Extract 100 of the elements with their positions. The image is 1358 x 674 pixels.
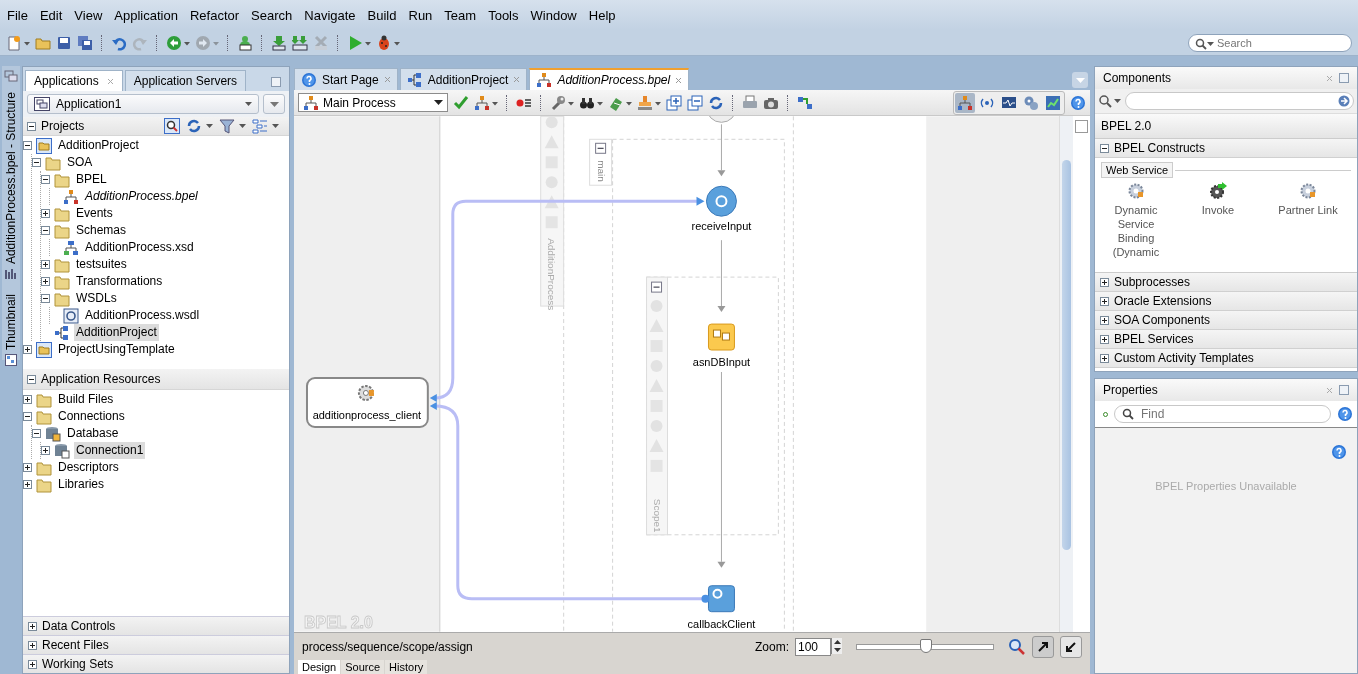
expand-toggle[interactable] [1100,315,1109,325]
expand-toggle[interactable] [41,446,50,455]
application-dropdown[interactable]: Application1 [27,94,259,114]
menu-item[interactable]: View [68,5,109,25]
menu-item[interactable]: Search [245,5,299,25]
expand-toggle[interactable] [28,640,37,650]
palette-section[interactable]: BPEL Services [1095,330,1357,349]
tree-item[interactable]: AdditionProject [56,137,141,154]
save-icon[interactable] [56,34,72,51]
caret-icon[interactable] [434,100,443,105]
tree-item[interactable]: BPEL [74,171,109,188]
expand-toggle[interactable] [28,659,37,669]
palette-section[interactable]: BPEL Constructs [1095,139,1357,158]
printer-icon[interactable] [742,94,758,111]
close-icon[interactable] [675,76,683,84]
panel-tab[interactable]: Application Servers [124,70,247,91]
menu-item[interactable]: Window [524,5,583,25]
gears-icon[interactable] [1023,94,1039,111]
back-icon[interactable] [166,34,190,51]
expand-toggle[interactable] [1100,334,1109,344]
editor-tab[interactable]: AdditionProject [399,68,528,90]
palette-section[interactable]: Subprocesses [1095,273,1357,292]
expand-toggle[interactable] [41,260,50,269]
editor-tab[interactable]: Start Page [294,68,398,90]
new-file-icon[interactable] [6,34,30,51]
process-dropdown[interactable]: Main Process [298,93,448,112]
stamp-icon[interactable] [637,94,661,111]
menu-item[interactable]: Help [582,5,622,25]
caret-icon[interactable] [272,124,279,128]
tree-item[interactable]: testsuites [74,256,129,273]
menu-item[interactable]: File [1,5,34,25]
hierarchy-icon[interactable] [957,94,973,111]
collapse-toggle[interactable] [27,374,36,384]
tree-item[interactable]: SOA [65,154,95,171]
tree-item[interactable]: WSDLs [74,290,119,307]
palette-section[interactable]: Oracle Extensions [1095,292,1357,311]
expand-icon[interactable] [666,94,682,111]
invoke-activity-icon[interactable] [708,585,735,613]
caret-icon[interactable] [239,124,246,128]
component-label[interactable]: Dynamic Service Binding (Dynamic [1106,203,1166,259]
expand-toggle[interactable] [23,463,32,472]
zoom-field[interactable]: 100 [795,637,831,656]
monitor-icon[interactable] [1001,94,1017,111]
panel-tab[interactable]: Applications [25,70,123,91]
menu-item[interactable]: Team [438,5,483,25]
collapse-toggle[interactable] [41,226,50,235]
tree-item[interactable]: ProjectUsingTemplate [56,341,177,358]
menu-item[interactable]: Navigate [298,5,362,25]
help-icon[interactable] [1070,94,1086,111]
connect-icon[interactable] [797,94,813,111]
zoom-icon[interactable] [1008,637,1026,656]
gear-icon[interactable] [1299,182,1317,200]
search-icon[interactable] [1098,94,1112,108]
menu-button[interactable] [263,94,285,114]
search-field[interactable] [1125,92,1354,110]
collapse-toggle[interactable] [41,175,50,184]
tree-item[interactable]: Connection1 [74,442,146,459]
palette-dropdown[interactable]: BPEL 2.0 [1095,113,1357,139]
tree-item[interactable]: AdditionProcess.bpel [83,188,200,205]
user-icon[interactable] [237,34,253,51]
windows-icon[interactable] [4,70,18,82]
expand-toggle[interactable] [1100,296,1109,306]
tree-item[interactable]: AdditionProject [74,324,159,341]
refresh-icon[interactable] [186,118,202,134]
collapse-toggle[interactable] [32,429,41,438]
refresh-icon[interactable] [708,94,724,111]
shrink-button[interactable] [1060,635,1082,658]
tree-item[interactable]: Descriptors [56,459,121,476]
hierarchy-icon[interactable] [474,94,498,111]
collapse-toggle[interactable] [23,141,32,150]
collapse-toggle[interactable] [23,412,32,421]
receive-activity-icon[interactable] [706,185,737,217]
partner-link-card[interactable] [306,377,429,428]
side-tab[interactable]: Thumbnail [4,290,18,371]
accordion-header[interactable]: Working Sets [23,654,289,673]
chart-icon[interactable] [1045,94,1061,111]
find-field[interactable]: Find [1114,405,1331,423]
run-icon[interactable] [347,34,371,51]
palette-section[interactable]: SOA Components [1095,311,1357,330]
bug-icon[interactable] [376,34,400,51]
slider-thumb[interactable] [920,638,933,653]
expand-toggle[interactable] [28,621,37,631]
check-icon[interactable] [453,94,469,111]
collapse-toggle[interactable] [651,281,663,293]
expand-toggle[interactable] [1100,353,1109,363]
editor-tab[interactable]: AdditionProcess.bpel [529,68,690,90]
menu-item[interactable]: Build [361,5,403,25]
help-icon[interactable] [1331,444,1347,460]
caret-icon[interactable] [1114,99,1121,103]
menu-item[interactable]: Application [108,5,184,25]
collapse-toggle[interactable] [1100,143,1109,153]
view-tab[interactable]: History [385,660,428,674]
download-all-icon[interactable] [292,34,308,51]
spinner-buttons[interactable] [831,637,842,654]
expand-toggle[interactable] [41,277,50,286]
collapse-toggle[interactable] [32,158,41,167]
collapse-icon[interactable] [687,94,703,111]
expand-toggle[interactable] [23,395,32,404]
tree-item[interactable]: Events [74,205,115,222]
expand-toggle[interactable] [41,209,50,218]
